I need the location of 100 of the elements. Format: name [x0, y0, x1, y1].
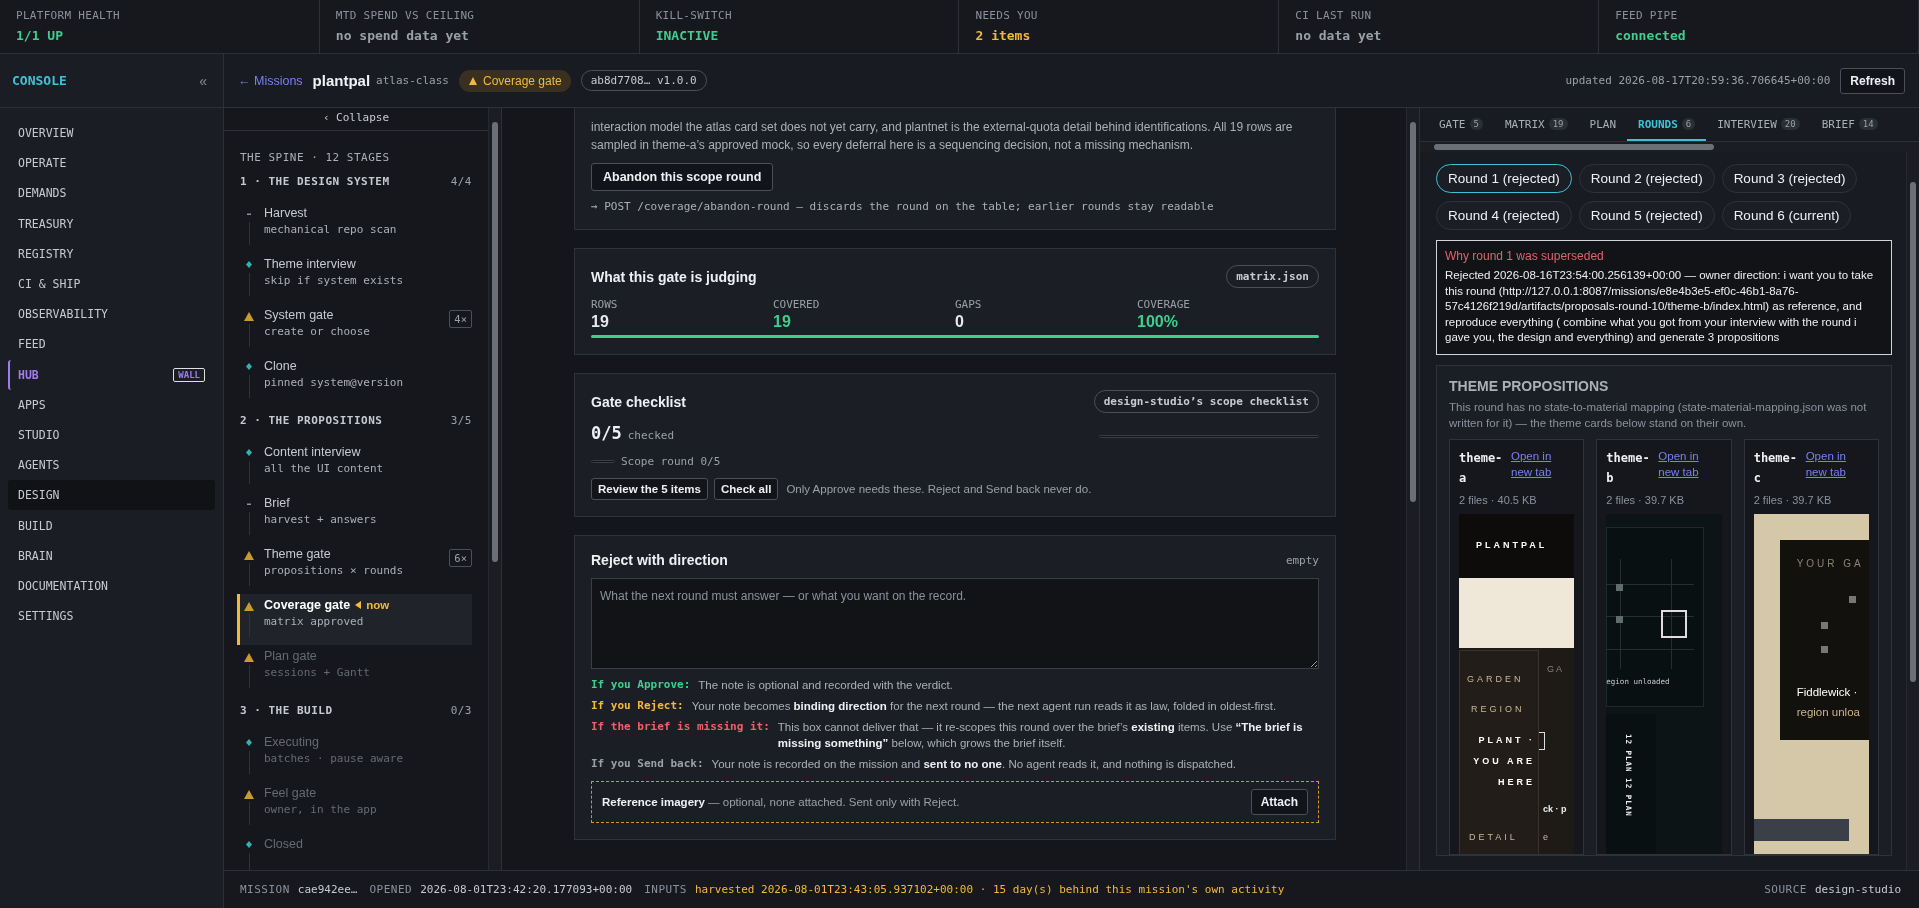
preview-text: ck · p [1543, 803, 1567, 814]
nav-item[interactable]: REGISTRY [8, 238, 215, 269]
scrollbar[interactable] [488, 108, 501, 870]
attach-button[interactable]: Attach [1250, 789, 1308, 815]
stage-item[interactable]: Clone pinned system@version [240, 355, 472, 406]
round-tab[interactable]: Round 1 (rejected) [1436, 164, 1572, 193]
open-link[interactable]: Open in new tab [1658, 447, 1705, 480]
section-title: THEME PROPOSITIONS [1449, 377, 1610, 394]
back-link[interactable]: ← Missions [238, 73, 303, 88]
footer-value: harvested 2026-08-01T23:43:05.937102+00:00 · 15 day(s) behind this mission's own activity [694, 883, 1285, 896]
endpoint-note: → POST /coverage/abandon-round — discards the round on the table; earlier rounds stay readable [591, 200, 1215, 213]
stage-item[interactable]: Coverage gate now matrix approved [237, 594, 472, 645]
tab[interactable]: MATRIX 19 [1493, 108, 1579, 141]
nav-item[interactable]: SETTINGS [8, 601, 215, 632]
stage-name: Plan gate [264, 649, 317, 663]
nav-item[interactable]: DESIGN [8, 480, 215, 511]
node-marker [1616, 615, 1624, 623]
round-tab[interactable]: Round 2 (rejected) [1578, 164, 1715, 193]
stat-label: GAPS [955, 298, 983, 311]
tab[interactable]: INTERVIEW 20 [1706, 108, 1811, 141]
updated-time: updated 2026-08-17T20:59:36.706645+00:00 [1565, 74, 1831, 87]
round-count: 4× [449, 310, 472, 328]
footer-value: cae942ee… [297, 883, 358, 896]
now-label: now [366, 599, 390, 611]
action-button[interactable]: Review the 5 items [591, 478, 708, 500]
tile-value: no data yet [1295, 28, 1383, 43]
preview-text: REGION [1471, 703, 1525, 714]
scrollbar[interactable] [1906, 152, 1919, 870]
stage-item[interactable]: Theme interview skip if system exists [240, 253, 472, 304]
group-count: 3/5 [450, 414, 472, 427]
diamond-icon [245, 362, 253, 371]
nav-item[interactable]: BUILD [8, 510, 215, 541]
tab[interactable]: PLAN [1578, 108, 1627, 141]
warning-icon [243, 550, 255, 561]
note-field[interactable]: What the next round must answer — or what you want on the record. [591, 578, 1319, 669]
open-link[interactable]: Open in new tab [1511, 447, 1557, 480]
diamond-icon [245, 260, 253, 269]
tab[interactable]: GATE 5 [1428, 108, 1494, 141]
diamond-icon [245, 738, 253, 747]
warning-icon [243, 652, 255, 663]
tile-value: 2 items [975, 28, 1032, 43]
tab[interactable]: BRIEF 14 [1810, 108, 1889, 141]
stage-item[interactable]: Theme gate propositions × rounds 6× [240, 543, 472, 594]
gate-badge: Coverage gate [458, 69, 571, 92]
rule-label: If you Send back: [591, 756, 704, 772]
round-tab[interactable]: Round 4 (rejected) [1436, 201, 1572, 230]
nav-item[interactable]: OPERATE [8, 148, 215, 179]
stage-detail: batches · pause aware [264, 752, 405, 765]
stage-item[interactable]: Content interview all the UI content [240, 441, 472, 492]
round-tab[interactable]: Round 6 (current) [1721, 201, 1852, 230]
stage-detail: all the UI content [264, 462, 385, 475]
nav-item[interactable]: APPS [8, 389, 215, 420]
nav-label: OPERATE [18, 156, 67, 171]
nav-item[interactable]: TREASURY [8, 208, 215, 239]
nav-item[interactable]: AGENTS [8, 450, 215, 481]
stage-detail: create or choose [264, 325, 371, 338]
nav-item[interactable]: FEED [8, 329, 215, 360]
stage-item[interactable]: Brief harvest + answers [240, 492, 472, 543]
nav-item[interactable]: HUB WALL [8, 359, 215, 390]
pointer-icon [354, 600, 363, 610]
stage-item[interactable]: System gate create or choose 4× [240, 304, 472, 355]
open-link[interactable]: Open in new tab [1805, 447, 1852, 480]
stage-detail: skip if system exists [264, 274, 405, 287]
tile-label: PLATFORM HEALTH [16, 9, 121, 22]
rule-label: If you Reject: [591, 698, 684, 714]
stage-detail: harvest + answers [264, 513, 378, 526]
nav-item[interactable]: STUDIO [8, 419, 215, 451]
collapse-button[interactable]: « [195, 72, 211, 89]
tab-count: 20 [1780, 118, 1800, 130]
abandon-button[interactable]: Abandon this scope round [591, 163, 774, 191]
tile-value: no spend data yet [335, 28, 470, 43]
scrollbar[interactable] [1406, 108, 1419, 870]
nav-item[interactable]: OVERVIEW [8, 118, 215, 149]
tile-label: FEED PIPE [1615, 9, 1679, 22]
file-meta: 2 files · 39.7 KB [1753, 493, 1833, 506]
node-marker [1820, 621, 1828, 629]
stage-name: Theme interview [264, 257, 356, 271]
refresh-button[interactable]: Refresh [1840, 67, 1905, 94]
collapse-button[interactable]: ‹ Collapse [224, 108, 488, 131]
nav-item[interactable]: DEMANDS [8, 178, 215, 209]
nav-item[interactable]: BRAIN [8, 540, 215, 571]
stage-detail: matrix approved [264, 615, 365, 628]
reason-title: Why round 1 was superseded [1445, 249, 1605, 263]
round-tab[interactable]: Round 5 (rejected) [1578, 201, 1715, 230]
nav-item[interactable]: OBSERVABILITY [8, 299, 215, 330]
hint-text: Only Approve needs these. Reject and Send back never do. [786, 483, 1092, 495]
stage-name: Closed [264, 837, 303, 851]
preview-text: PLANT · YOU ARE HERE [1472, 733, 1535, 789]
paragraph: interaction model the atlas card set does not yet carry, and plantnet is the external-quota detail behind identifications. All 19 rows are sampled in theme-a’s approved mock, so every deferral here is a sequencing decision, not a missing mechanism. [591, 119, 1294, 154]
round-tab[interactable]: Round 3 (rejected) [1721, 164, 1858, 193]
project-class: atlas-class [376, 74, 449, 87]
action-button[interactable]: Check all [713, 478, 779, 500]
attachment-text: Reference imagery — optional, none attached. Sent only with Reject. [602, 796, 960, 808]
nav-item[interactable]: DOCUMENTATION [8, 570, 215, 601]
nav-label: BUILD [18, 518, 53, 533]
stage-item[interactable]: Harvest mechanical repo scan [240, 202, 472, 253]
rule-text: The note is optional and recorded with the verdict. [698, 678, 953, 693]
nav-item[interactable]: CI & SHIP [8, 268, 215, 300]
stat-value: 19 [773, 313, 792, 331]
stage-name: Content interview [264, 445, 361, 459]
